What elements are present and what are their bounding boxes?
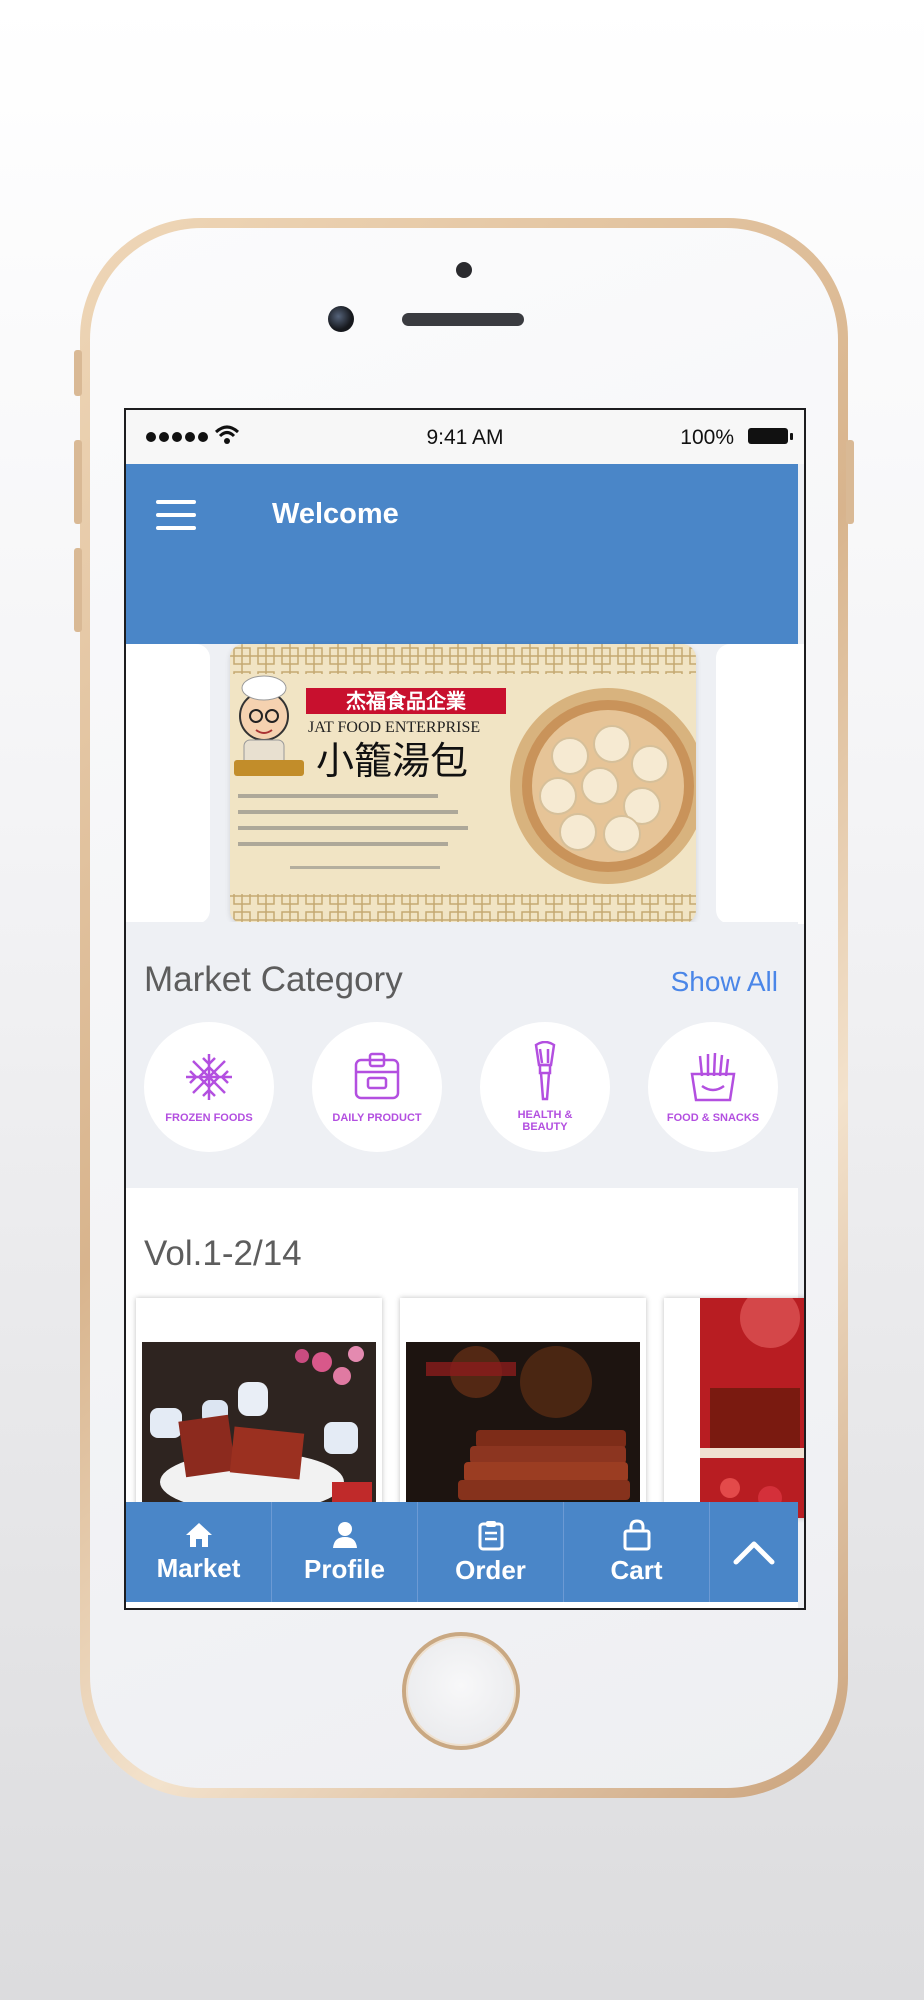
box-icon [354,1052,400,1100]
tab-cart[interactable]: Cart [564,1502,710,1602]
app-header: Welcome 杰福食品企業 JAT FOOD ENTERPRISE 小籠湯包 [126,464,804,924]
show-all-link[interactable]: Show All [671,966,778,998]
banner-product-name: 小籠湯包 [316,739,468,783]
power-button [846,440,854,524]
snowflake-icon [186,1054,232,1100]
banner-brand-english: JAT FOOD ENTERPRISE [308,719,480,736]
market-category-title: Market Category [144,960,403,999]
category-label: FOOD & SNACKS [666,1112,760,1124]
volume-down-button [74,548,82,632]
tab-label: Market [156,1552,241,1583]
clipboard-icon [478,1520,503,1550]
scroll-top-button[interactable] [710,1502,798,1602]
category-frozen-foods[interactable]: FROZEN FOODS [144,1022,274,1152]
battery-icon [748,428,793,444]
proximity-sensor [456,262,472,278]
bottom-tab-bar: Market Profile Order Cart [126,1502,798,1602]
product-card[interactable] [400,1298,646,1518]
banner-image: 杰福食品企業 JAT FOOD ENTERPRISE 小籠湯包 [230,644,696,924]
earpiece-speaker [402,313,524,326]
category-food-snacks[interactable]: FOOD & SNACKS [648,1022,778,1152]
tab-label: Profile [304,1553,385,1584]
category-label: FROZEN FOODS [165,1112,253,1124]
product-image-jerky-stack [406,1342,640,1518]
tab-label: Cart [610,1554,663,1585]
volume-title: Vol.1-2/14 [144,1234,302,1273]
tab-label: Order [455,1554,526,1585]
category-label: DAILY PRODUCT [332,1112,422,1124]
home-icon [185,1522,212,1547]
status-bar: 9:41 AM 100% [126,410,804,464]
makeup-brush-icon [534,1041,556,1101]
page-title: Welcome [272,498,399,530]
market-category-section: Market Category Show All FROZEN FOODS DA… [126,922,798,1184]
mute-switch [74,350,82,396]
home-button[interactable] [402,1632,520,1750]
front-camera [328,306,354,332]
banner-slide-previous[interactable] [126,644,210,924]
phone-screen: 9:41 AM 100% Welcome 杰福食品企業 JAT FOOD ENT… [124,408,806,1610]
user-icon [332,1521,357,1548]
tab-order[interactable]: Order [418,1502,564,1602]
menu-icon[interactable] [156,500,196,530]
tab-market[interactable]: Market [126,1502,272,1602]
chevron-up-icon [733,1541,775,1565]
tab-profile[interactable]: Profile [272,1502,418,1602]
volume-up-button [74,440,82,524]
category-daily-product[interactable]: DAILY PRODUCT [312,1022,442,1152]
banner-brand-chinese: 杰福食品企業 [346,689,467,713]
banner-carousel[interactable]: 杰福食品企業 JAT FOOD ENTERPRISE 小籠湯包 [126,644,804,924]
banner-slide-current[interactable]: 杰福食品企業 JAT FOOD ENTERPRISE 小籠湯包 [230,644,696,924]
product-card[interactable] [136,1298,382,1518]
product-image-red-packaging [700,1298,804,1518]
fries-icon [690,1052,736,1102]
category-health-beauty[interactable]: HEALTH & BEAUTY [480,1022,610,1152]
product-image-jerky-tea [142,1342,376,1518]
product-card[interactable] [664,1298,804,1518]
category-label: HEALTH & BEAUTY [517,1109,573,1133]
battery-percentage: 100% [680,426,734,449]
bag-icon [623,1518,650,1550]
banner-slide-next[interactable] [716,644,804,924]
